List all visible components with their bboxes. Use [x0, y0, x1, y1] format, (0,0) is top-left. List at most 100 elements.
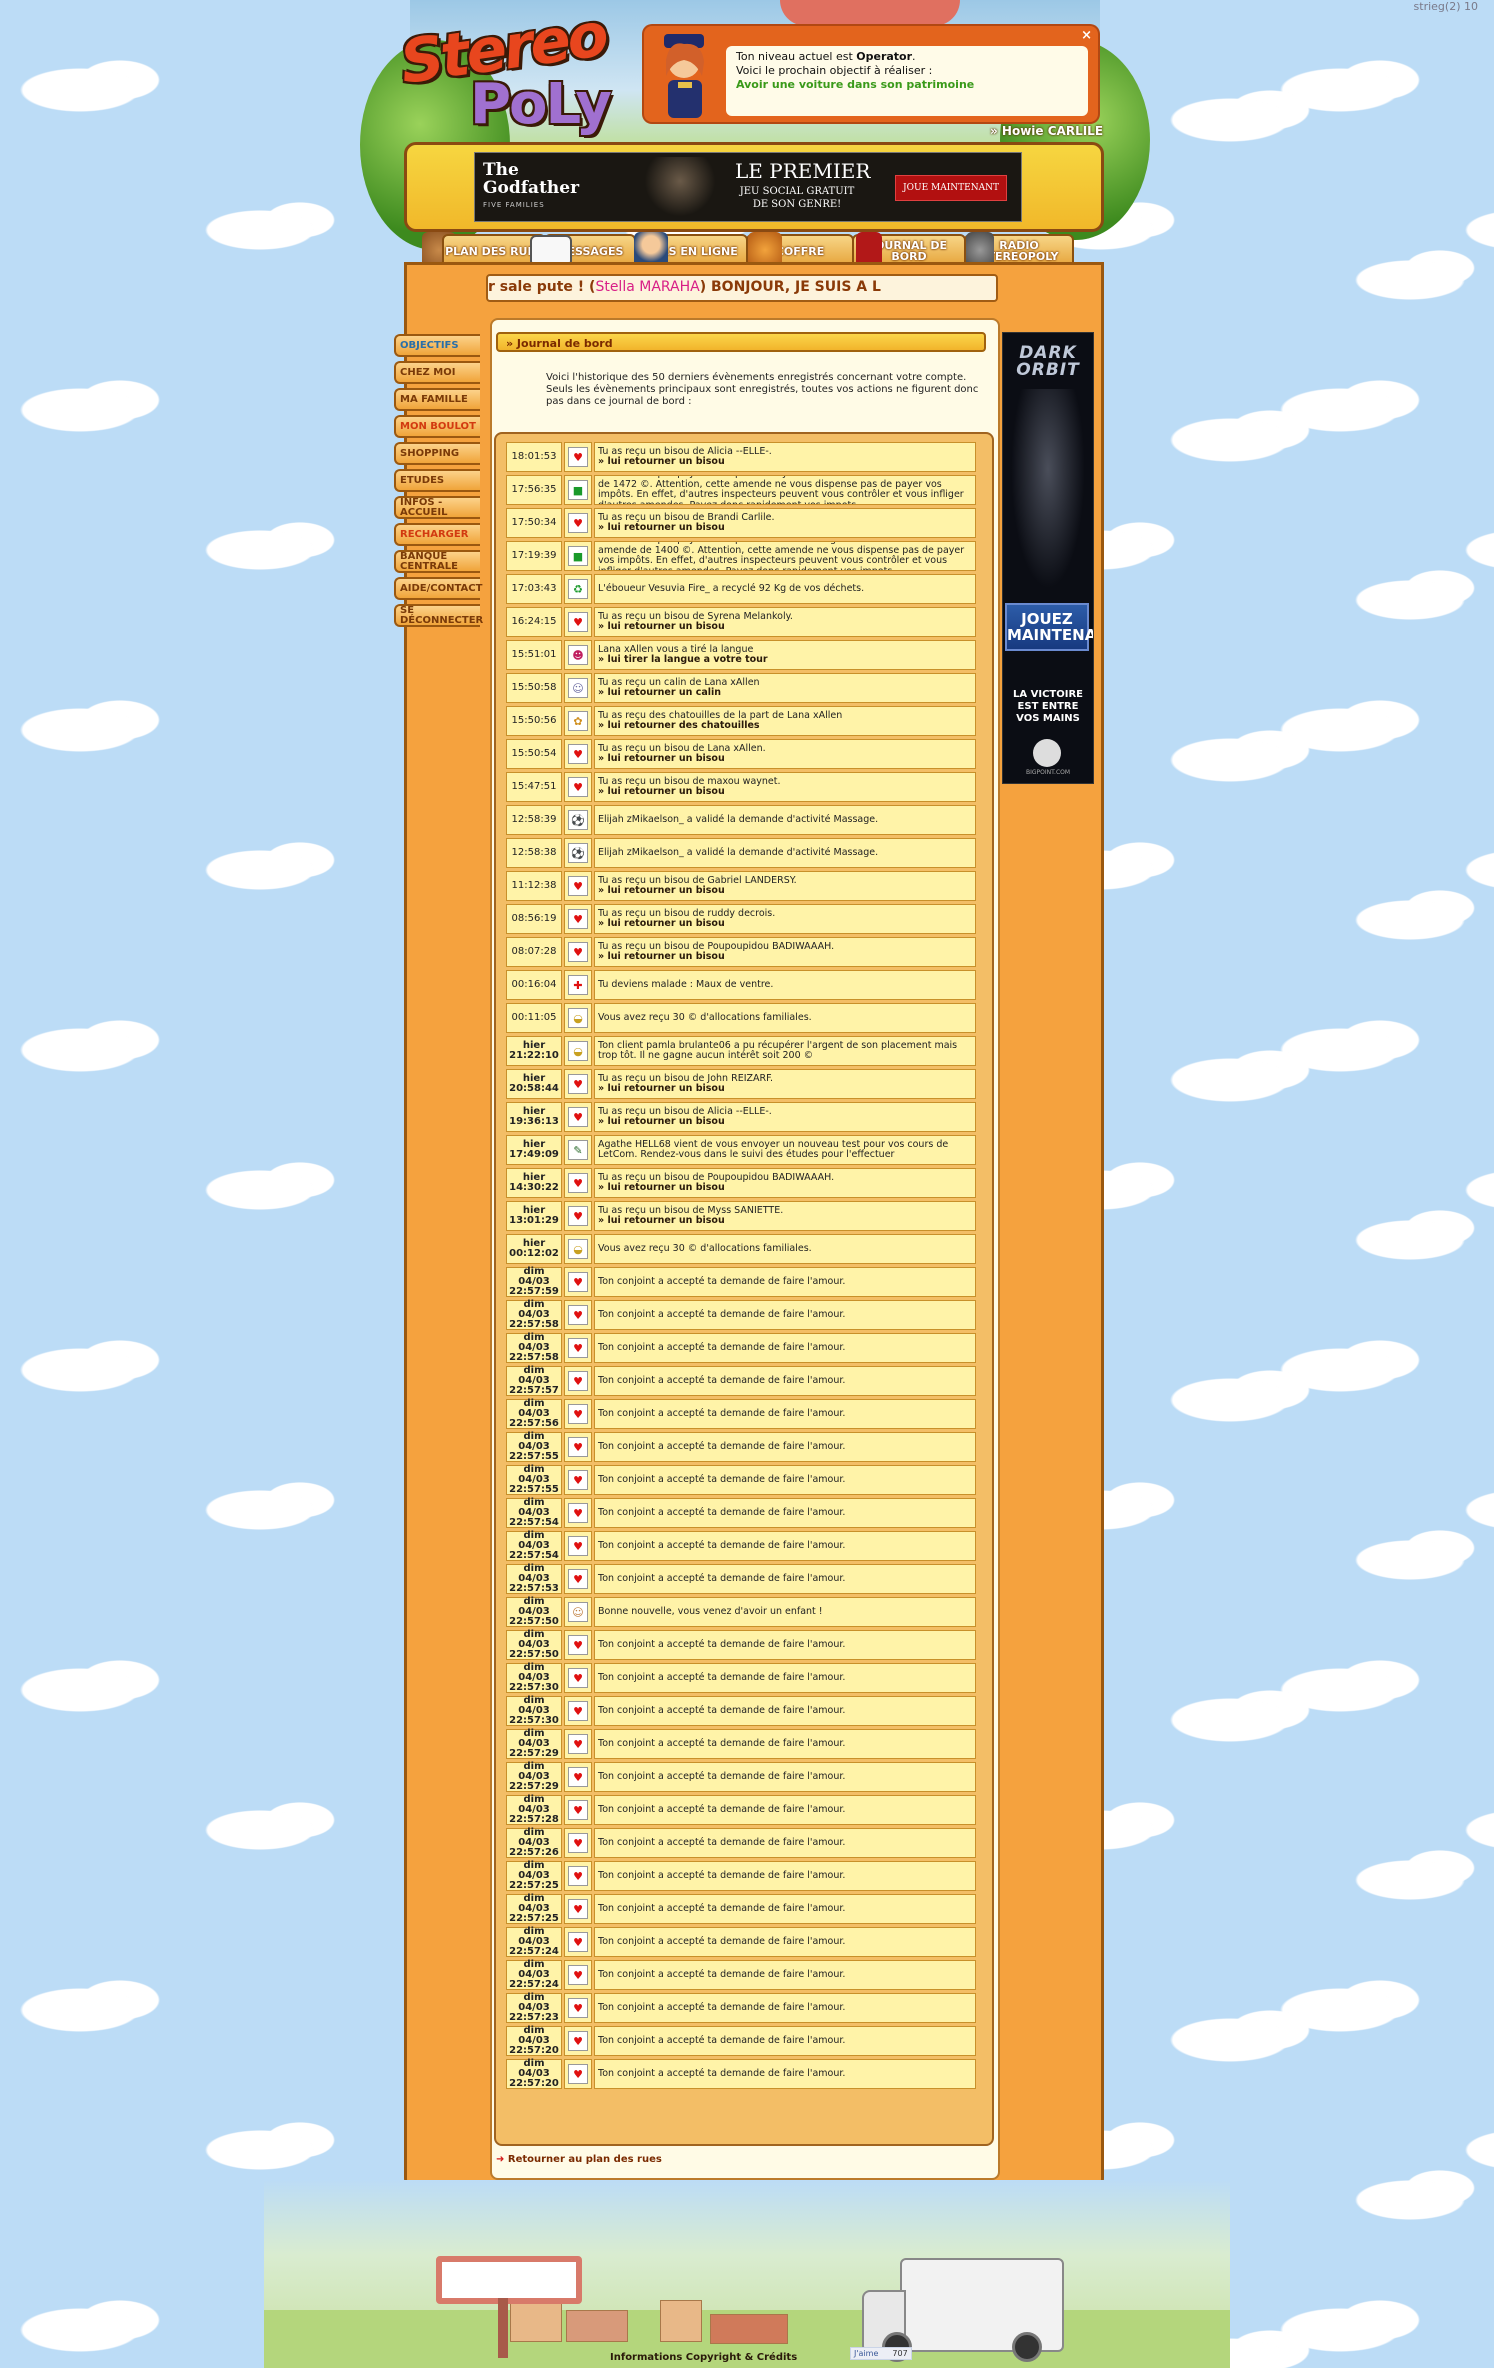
table-row: dim 04/03 22:57:50 ☺ Bonne nouvelle, vous … — [506, 1597, 976, 1627]
event-icon-cell: ♥ — [564, 1498, 592, 1528]
godfather-banner-ad[interactable]: The Godfather FIVE FAMILIES LE PREMIER J… — [474, 152, 1022, 222]
kiss-icon: ♥ — [568, 513, 588, 533]
ad-title: DARK ORBIT — [1016, 343, 1080, 380]
event-description: Ton conjoint a accepté ta demande de fai… — [594, 1498, 976, 1528]
event-time: 12:58:38 — [506, 838, 562, 868]
table-row: 15:50:58 ☺ Tu as reçu un calin de Lana xAl… — [506, 673, 976, 703]
menu-se-deconnecter[interactable]: SE DÉCONNECTER — [394, 604, 483, 627]
event-time: dim 04/03 22:57:24 — [506, 1960, 562, 1990]
menu-shopping[interactable]: SHOPPING — [394, 442, 480, 465]
event-time: 15:47:51 — [506, 772, 562, 802]
dark-orbit-ad[interactable]: DARK ORBIT JOUEZ MAINTENANT LA VICTOIRE … — [1002, 332, 1094, 784]
copyright-link[interactable]: Informations Copyright & Crédits — [610, 2352, 797, 2363]
event-action-link[interactable]: » lui retourner un bisou — [598, 456, 972, 468]
event-text: Ton conjoint a accepté ta demande de fai… — [598, 1539, 846, 1551]
back-to-streets-link[interactable]: ➜ Retourner au plan des rues — [496, 2154, 662, 2165]
event-action-link[interactable]: » lui retourner des chatouilles — [598, 720, 972, 732]
banner-headline: LE PREMIER — [735, 159, 871, 183]
banner-subline: JEU SOCIAL GRATUIT DE SON GENRE! — [739, 186, 855, 210]
event-time: dim 04/03 22:57:20 — [506, 2026, 562, 2056]
event-action-link[interactable]: » lui retourner un bisou — [598, 753, 972, 765]
event-action-link[interactable]: » lui retourner un bisou — [598, 786, 972, 798]
menu-infos-accueil[interactable]: INFOS - ACCUEIL — [394, 496, 480, 519]
table-row: hier 00:12:02 ◒ Vous avez reçu 30 © d'allo… — [506, 1234, 976, 1264]
table-row: dim 04/03 22:57:20 ♥ Ton conjoint a accept… — [506, 2059, 976, 2089]
username-link[interactable]: » Howie CARLILE — [990, 124, 1103, 138]
menu-chez-moi[interactable]: CHEZ MOI — [394, 361, 480, 384]
event-icon-cell: ♥ — [564, 871, 592, 901]
event-action-link[interactable]: » lui retourner un bisou — [598, 1215, 972, 1227]
menu-mon-boulot[interactable]: MON BOULOT — [394, 415, 480, 438]
ball-icon: ⚽ — [568, 810, 588, 830]
menu-banque-centrale[interactable]: BANQUE CENTRALE — [394, 550, 480, 573]
close-icon[interactable]: × — [1081, 28, 1092, 43]
event-text: Ton conjoint a accepté ta demande de fai… — [598, 2067, 846, 2079]
banner-cta-button[interactable]: JOUE MAINTENANT — [895, 175, 1007, 201]
menu-ma-famille[interactable]: MA FAMILLE — [394, 388, 480, 411]
next-objective[interactable]: Avoir une voiture dans son patrimoine — [736, 78, 974, 91]
event-description: Tu as reçu un bisou de Poupoupidou BADIW… — [594, 1168, 976, 1198]
table-row: 16:24:15 ♥ Tu as reçu un bisou de Syrena M… — [506, 607, 976, 637]
event-time: dim 04/03 22:57:50 — [506, 1597, 562, 1627]
event-time: dim 04/03 22:57:26 — [506, 1828, 562, 1858]
table-row: dim 04/03 22:57:24 ♥ Ton conjoint a accept… — [506, 1927, 976, 1957]
event-time: hier 19:36:13 — [506, 1102, 562, 1132]
event-description: Ton conjoint a accepté ta demande de fai… — [594, 1333, 976, 1363]
menu-aide-contact[interactable]: AIDE/CONTACT — [394, 577, 482, 600]
event-action-link[interactable]: » lui retourner un bisou — [598, 885, 972, 897]
event-text: Vous n'avez pas payé vos impôts. Atsuhik… — [598, 542, 965, 571]
ticker-username[interactable]: Stella MARAHA — [595, 279, 699, 295]
event-action-link[interactable]: » lui retourner un bisou — [598, 1083, 972, 1095]
event-time: dim 04/03 22:57:30 — [506, 1696, 562, 1726]
kiss-icon: ♥ — [568, 612, 588, 632]
event-time: 17:03:43 — [506, 574, 562, 604]
event-action-link[interactable]: » lui retourner un bisou — [598, 1182, 972, 1194]
table-row: 17:19:39 ■ Vous n'avez pas payé vos impôts… — [506, 541, 976, 571]
kiss-icon: ♥ — [568, 1998, 588, 2018]
hug-icon: ☺ — [568, 678, 588, 698]
table-row: dim 04/03 22:57:56 ♥ Ton conjoint a accept… — [506, 1399, 976, 1429]
event-description: Vous n'avez pas payé vos impôts. Emily B… — [594, 475, 976, 505]
event-description: Ton conjoint a accepté ta demande de fai… — [594, 1564, 976, 1594]
cloud-background — [1110, 0, 1494, 2368]
kiss-icon: ♥ — [568, 1437, 588, 1457]
baby-icon: ☺ — [568, 1602, 588, 1622]
event-description: Tu deviens malade : Maux de ventre. — [594, 970, 976, 1000]
event-text: Ton conjoint a accepté ta demande de fai… — [598, 1869, 846, 1881]
kiss-icon: ♥ — [568, 1272, 588, 1292]
event-action-link[interactable]: » lui tirer la langue a votre tour — [598, 654, 972, 666]
event-icon-cell: ♥ — [564, 1531, 592, 1561]
event-description: Ton conjoint a accepté ta demande de fai… — [594, 1993, 976, 2023]
event-icon-cell: ⚽ — [564, 805, 592, 835]
event-action-link[interactable]: » lui retourner un bisou — [598, 1116, 972, 1128]
menu-etudes[interactable]: ETUDES — [394, 469, 480, 492]
menu-recharger[interactable]: RECHARGER — [394, 523, 480, 546]
stereopoly-logo[interactable]: Stereo PoLy — [396, 0, 612, 140]
facebook-like-button[interactable]: J'aime 707 — [850, 2347, 912, 2360]
table-row: dim 04/03 22:57:58 ♥ Ton conjoint a accept… — [506, 1333, 976, 1363]
table-row: 12:58:38 ⚽ Elijah zMikaelson_ a validé la … — [506, 838, 976, 868]
event-time: 11:12:38 — [506, 871, 562, 901]
event-action-link[interactable]: » lui retourner un bisou — [598, 522, 972, 534]
event-time: 08:56:19 — [506, 904, 562, 934]
event-description: Ton client pamla brulante06 a pu récupér… — [594, 1036, 976, 1066]
event-icon-cell: ✎ — [564, 1135, 592, 1165]
ad-image — [1011, 389, 1085, 589]
event-action-link[interactable]: » lui retourner un bisou — [598, 951, 972, 963]
event-text: Vous n'avez pas payé vos impôts. Emily B… — [598, 476, 968, 505]
event-time: 18:01:53 — [506, 442, 562, 472]
ad-cta-button[interactable]: JOUEZ MAINTENANT — [1005, 603, 1093, 651]
event-icon-cell: ♥ — [564, 2059, 592, 2089]
event-action-link[interactable]: » lui retourner un calin — [598, 687, 972, 699]
kiss-icon: ♥ — [568, 1965, 588, 1985]
event-description: Ton conjoint a accepté ta demande de fai… — [594, 1267, 976, 1297]
table-row: dim 04/03 22:57:30 ♥ Ton conjoint a accept… — [506, 1696, 976, 1726]
event-icon-cell: ■ — [564, 475, 592, 505]
event-action-link[interactable]: » lui retourner un bisou — [598, 918, 972, 930]
event-action-link[interactable]: » lui retourner un bisou — [598, 621, 972, 633]
event-time: 17:50:34 — [506, 508, 562, 538]
event-icon-cell: ♥ — [564, 772, 592, 802]
menu-objectifs[interactable]: OBJECTIFS — [394, 334, 480, 357]
table-row: dim 04/03 22:57:24 ♥ Ton conjoint a accept… — [506, 1960, 976, 1990]
event-text: Ton conjoint a accepté ta demande de fai… — [598, 1737, 846, 1749]
